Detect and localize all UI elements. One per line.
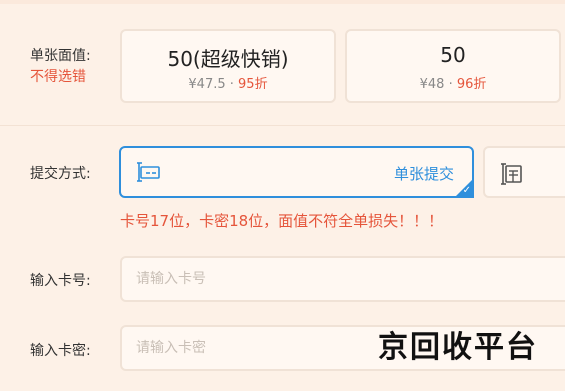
submit-method-label: 提交方式: [30,166,91,182]
watermark-text: 京回收平台 [378,330,538,365]
option-value: 50(超级快销) [167,47,289,71]
option-discount: 96折 [456,77,487,92]
denomination-option-1[interactable]: 50(超级快销) ¥47.5 · 95折 [120,29,336,103]
denomination-note: 不得选错 [30,69,86,85]
option-price-line: ¥48 · 96折 [347,73,559,92]
denomination-label: 单张面值: [30,48,91,64]
submit-method-single-label: 单张提交 [393,165,454,183]
batch-card-icon [501,162,525,190]
single-card-icon [137,161,161,187]
top-divider [0,0,565,4]
submit-method-batch[interactable] [483,146,565,198]
card-password-label: 输入卡密: [30,343,91,359]
card-number-label: 输入卡号: [30,273,91,289]
section-divider [0,125,565,126]
card-number-input[interactable] [120,256,565,302]
submit-method-single[interactable]: 单张提交 ✓ [119,146,474,198]
option-price: ¥47.5 [188,77,226,92]
check-icon: ✓ [462,185,471,196]
denomination-option-2[interactable]: 50 ¥48 · 96折 [345,29,561,103]
option-separator: · [225,77,239,92]
option-price-line: ¥47.5 · 95折 [122,73,334,92]
warning-text: 卡号17位，卡密18位，面值不符全单损失！！！ [120,212,444,230]
option-value: 50 [440,43,466,67]
option-separator: · [444,77,457,92]
option-price: ¥48 [419,77,445,92]
option-discount: 95折 [238,77,268,92]
